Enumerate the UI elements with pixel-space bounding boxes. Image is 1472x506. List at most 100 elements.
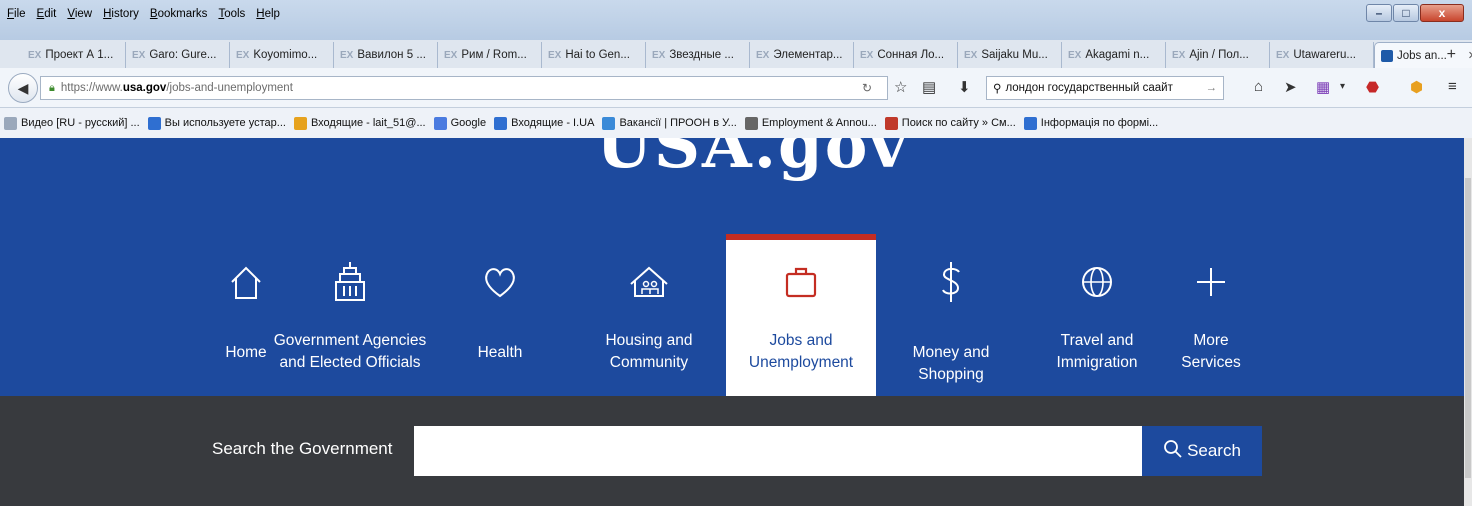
nav-home[interactable]: Home bbox=[214, 234, 278, 396]
ex-favicon-icon: EX bbox=[444, 49, 458, 61]
bookmark-5[interactable]: Вакансії | ПРООН в У... bbox=[602, 116, 737, 130]
ex-favicon-icon: EX bbox=[548, 49, 562, 61]
tab-13[interactable]: Jobs an... ✕ bbox=[1374, 42, 1472, 68]
url-path: /jobs-and-unemployment bbox=[166, 82, 293, 94]
bookmark-7[interactable]: Поиск по сайту » См... bbox=[884, 116, 1016, 130]
nav-label: More Services bbox=[1166, 330, 1256, 374]
close-tab-icon[interactable]: ✕ bbox=[1468, 49, 1472, 62]
nav-plus[interactable]: More Services bbox=[1166, 234, 1256, 396]
tab-label: Utawareru... bbox=[1293, 49, 1356, 61]
nav-dollar[interactable]: Money and Shopping bbox=[878, 234, 1024, 396]
search-go-icon[interactable]: → bbox=[1206, 82, 1218, 94]
tab-label: Элементар... bbox=[773, 49, 843, 61]
nav-house-people[interactable]: Housing and Community bbox=[590, 234, 708, 396]
url-prefix: https://www. bbox=[60, 82, 123, 94]
tab-8[interactable]: EX Сонная Ло... bbox=[854, 42, 958, 68]
nav-label-line: and Elected Officials bbox=[279, 354, 421, 371]
reading-list-icon[interactable]: ▤ bbox=[922, 78, 936, 96]
nav-label: Home bbox=[225, 344, 267, 361]
tab-0[interactable]: EX Проект А 1... bbox=[22, 42, 126, 68]
nav-label: Money and Shopping bbox=[912, 344, 990, 383]
site-search-input[interactable] bbox=[414, 426, 1142, 476]
extension-icon[interactable]: ⬢ bbox=[1410, 78, 1423, 96]
maximize-button[interactable]: □ bbox=[1393, 4, 1419, 22]
nav-heart[interactable]: Health bbox=[440, 234, 560, 396]
new-tab-button[interactable]: + bbox=[1447, 46, 1456, 64]
bookmark-2[interactable]: Входящие - lait_51@... bbox=[293, 116, 426, 130]
plus-icon bbox=[1166, 260, 1256, 304]
search-icon bbox=[1163, 439, 1183, 464]
bookmark-star-icon[interactable]: ☆ bbox=[894, 78, 907, 96]
site-logo[interactable]: USA.gov bbox=[596, 138, 909, 183]
capitol-icon bbox=[272, 260, 428, 304]
address-bar[interactable]: 🔒︎ https://www. usa.gov/jobs-and-unemploy… bbox=[40, 76, 888, 100]
bookmark-8[interactable]: Інформація по формі... bbox=[1023, 116, 1158, 130]
nav-label-line: Government Agencies bbox=[273, 332, 427, 349]
bookmark-label: Входящие - lait_51@... bbox=[310, 117, 426, 129]
bookmark-3[interactable]: Google bbox=[433, 116, 486, 130]
scrollbar-thumb[interactable] bbox=[1465, 178, 1471, 478]
tab-6[interactable]: EX Звездные ... bbox=[646, 42, 750, 68]
tab-1[interactable]: EX Garo: Gure... bbox=[126, 42, 230, 68]
nav-label-line: Housing and bbox=[605, 332, 693, 349]
un-icon bbox=[602, 116, 616, 130]
menu-tools[interactable]: Tools bbox=[217, 7, 246, 21]
tab-7[interactable]: EX Элементар... bbox=[750, 42, 854, 68]
menu-help[interactable]: Help bbox=[255, 7, 281, 21]
adblock-icon[interactable]: ⬣ bbox=[1366, 78, 1379, 96]
nav-label-line: Services bbox=[1181, 354, 1241, 371]
tab-label: Jobs an... bbox=[1397, 49, 1447, 62]
dollar-icon bbox=[878, 260, 1024, 304]
nav-briefcase[interactable]: Jobs and Unemployment bbox=[726, 234, 876, 396]
tab-2[interactable]: EX Koyomimo... bbox=[230, 42, 334, 68]
download-icon[interactable]: ⬇ bbox=[958, 78, 971, 96]
menu-edit[interactable]: Edit bbox=[36, 7, 58, 21]
ex-favicon-icon: EX bbox=[132, 49, 146, 61]
home-toolbar-icon[interactable]: ⌂ bbox=[1254, 78, 1263, 95]
menu-file[interactable]: File bbox=[6, 7, 27, 21]
back-arrow-icon: ◀ bbox=[17, 79, 29, 96]
nav-label: Government Agencies and Elected Officials bbox=[272, 330, 428, 374]
minimize-button[interactable]: – bbox=[1366, 4, 1392, 22]
nav-label: Jobs and Unemployment bbox=[726, 330, 876, 374]
home-icon bbox=[214, 260, 278, 304]
send-icon[interactable]: ➤ bbox=[1284, 78, 1297, 96]
window-controls: – □ x bbox=[1366, 4, 1464, 22]
back-button[interactable]: ◀ bbox=[8, 73, 38, 103]
bookmark-1[interactable]: Вы используете устар... bbox=[147, 116, 286, 130]
search-button[interactable]: Search bbox=[1142, 426, 1262, 476]
bookmark-6[interactable]: Employment & Annou... bbox=[744, 116, 877, 130]
nav-capitol[interactable]: Government Agencies and Elected Officials bbox=[272, 234, 428, 396]
bookmark-4[interactable]: Входящие - I.UA bbox=[494, 116, 594, 130]
tab-strip: EX Проект А 1... EX Garo: Gure... EX Koyomimo… bbox=[22, 40, 1472, 68]
bookmark-0[interactable]: Видео [RU - русский] ... bbox=[4, 116, 140, 130]
nav-label-line: Travel and bbox=[1060, 332, 1134, 349]
tab-5[interactable]: EX Hai to Gen... bbox=[542, 42, 646, 68]
menu-bookmarks[interactable]: Bookmarks bbox=[149, 7, 209, 21]
menu-view[interactable]: View bbox=[66, 7, 93, 21]
tab-9[interactable]: EX Saijaku Mu... bbox=[958, 42, 1062, 68]
tab-11[interactable]: EX Ajin / Пол... bbox=[1166, 42, 1270, 68]
navigation-toolbar: ◀ 🔒︎ https://www. usa.gov/jobs-and-unempl… bbox=[0, 68, 1472, 108]
ex-favicon-icon: EX bbox=[1068, 49, 1082, 61]
ex-favicon-icon: EX bbox=[652, 49, 666, 61]
close-window-button[interactable]: x bbox=[1420, 4, 1464, 22]
tab-10[interactable]: EX Akagami n... bbox=[1062, 42, 1166, 68]
menu-history[interactable]: History bbox=[102, 7, 140, 21]
search-bar[interactable]: ⚲ лондон государственный саайт → bbox=[986, 76, 1224, 100]
bookmark-label: Вакансії | ПРООН в У... bbox=[619, 117, 737, 129]
tab-4[interactable]: EX Рим / Rom... bbox=[438, 42, 542, 68]
apps-grid-icon[interactable]: ▦ bbox=[1316, 78, 1330, 96]
tab-12[interactable]: EX Utawareru... bbox=[1270, 42, 1374, 68]
tab-3[interactable]: EX Вавилон 5 ... bbox=[334, 42, 438, 68]
site-icon bbox=[884, 116, 898, 130]
page-scrollbar[interactable] bbox=[1464, 138, 1472, 506]
nav-globe[interactable]: Travel and Immigration bbox=[1036, 234, 1158, 396]
dropdown-arrow-icon[interactable]: ▾ bbox=[1340, 81, 1345, 92]
reload-icon[interactable]: ↻ bbox=[862, 81, 872, 95]
tab-label: Akagami n... bbox=[1085, 49, 1150, 61]
search-section: Search the Government Search bbox=[0, 396, 1464, 506]
hamburger-menu-icon[interactable]: ≡ bbox=[1448, 78, 1457, 95]
ex-favicon-icon: EX bbox=[964, 49, 978, 61]
nav-label-line: More bbox=[1193, 332, 1229, 349]
